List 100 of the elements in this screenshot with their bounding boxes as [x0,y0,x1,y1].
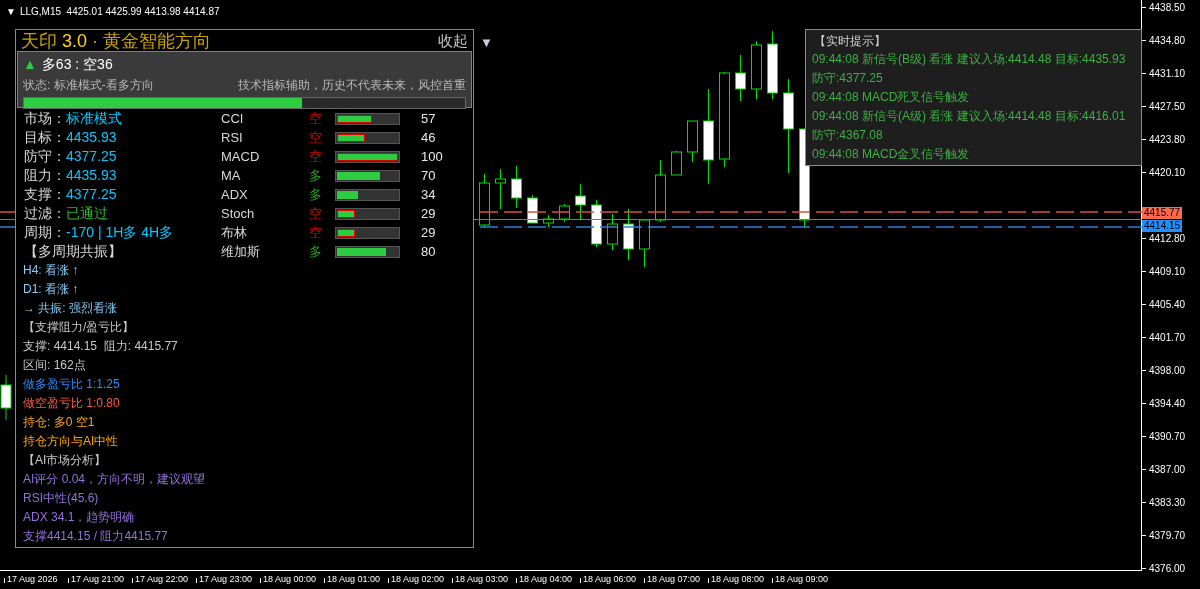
time-label: 17 Aug 2026 [7,573,58,587]
fact-value: 4435.93 [66,166,117,185]
fact-label: 目标： [24,128,66,147]
signal-text: 空 [309,128,323,147]
candle [655,159,666,223]
candle [591,199,602,248]
signal-text: 多 [309,185,323,204]
score-text: 多63 : 空36 [41,55,113,74]
up-arrow-icon: ▲ [23,54,37,75]
indicator-name: CCI [221,109,245,128]
note-line: 区间: 162点 [23,357,87,374]
symbol-quote: LLG,M15 4425.01 4425.99 4413.98 4414.87 [19,5,220,19]
signal-text: 空 [309,223,323,242]
signal-text: 空 [309,204,323,223]
candle [607,213,618,251]
price-label: 4412.80 [1149,232,1186,246]
note-line: AI评分 0.04，方向不明，建议观望 [23,471,207,488]
fact-value: 标准模式 [66,109,122,128]
candle [623,208,634,261]
note-line: 支撑4414.15 / 阻力4415.77 [23,528,169,545]
indicator-name: 维加斯 [221,242,261,261]
candle [575,183,586,221]
indicator-value: 80 [421,242,436,261]
alert-line: 09:44:08 新信号(B级) 看涨 建议入场:4414.48 目标:4435.93 [812,51,1127,68]
note-line: ADX 34.1，趋势明确 [23,509,136,526]
candle [495,168,506,210]
price-label: 4390.70 [1149,430,1186,444]
dropdown-caret[interactable]: ▼ [480,33,493,53]
candle [511,165,522,209]
fact-label: 支撑： [24,185,66,204]
note-line: RSI中性(45.6) [23,490,100,507]
time-label: 18 Aug 03:00 [455,573,509,587]
time-label: 17 Aug 23:00 [199,573,253,587]
fact-value: 已通过 [66,204,108,223]
time-label: 18 Aug 02:00 [391,573,445,587]
indicator-name: Stoch [221,204,256,223]
candle [735,54,746,102]
note-line: 持仓方向与AI中性 [23,433,120,450]
time-label: 18 Aug 06:00 [583,573,637,587]
indicator-name: MACD [221,147,261,166]
price-label: 4398.00 [1149,364,1186,378]
fact-label: 【多周期共振】 [24,242,122,261]
collapse-button[interactable]: 收起 [438,33,468,48]
fact-label: 过滤： [24,204,66,223]
fact-value: 4435.93 [66,128,117,147]
time-label: 18 Aug 04:00 [519,573,573,587]
price-label: 4405.40 [1149,298,1186,312]
price-label: 4401.70 [1149,331,1186,345]
note-line: 做空盈亏比 1:0.80 [23,395,121,412]
fact-label: 市场： [24,109,66,128]
price-label: 4423.80 [1149,133,1186,147]
signal-text: 空 [309,109,323,128]
alert-line: 防守:4367.08 [812,127,884,144]
candle [639,219,650,268]
candle [543,214,554,228]
fact-label: 阻力： [24,166,66,185]
alert-line: 09:44:08 MACD金叉信号触发 [812,146,971,163]
note-line: D1: 看涨 ↑ [23,281,80,298]
alert-line: 09:44:08 新信号(A级) 看涨 建议入场:4414.48 目标:4416.01 [812,108,1127,125]
price-label: 4409.10 [1149,265,1186,279]
price-tag: 4415.77 [1142,207,1183,219]
time-label: 17 Aug 21:00 [71,573,125,587]
signal-text: 多 [309,166,323,185]
price-label: 4420.10 [1149,166,1186,180]
time-label: 18 Aug 08:00 [711,573,765,587]
indicator-value: 29 [421,223,436,242]
indicator-value: 100 [421,147,443,166]
indicator-value: 34 [421,185,436,204]
alert-line: 09:44:08 MACD死叉信号触发 [812,89,971,106]
indicator-value: 70 [421,166,436,185]
note-line: 【AI市场分析】 [23,452,108,469]
indicator-name: ADX [221,185,249,204]
candle [671,150,682,176]
candle [559,203,570,223]
note-line: 【支撑阻力/盈亏比】 [23,319,136,336]
caret-icon[interactable]: ▼ [6,4,16,19]
price-label: 4376.00 [1149,562,1186,576]
price-label: 4394.40 [1149,397,1186,411]
time-label: 17 Aug 22:00 [135,573,189,587]
fact-value: 4377.25 [66,147,117,166]
fact-value: -170 | 1H多 4H多 [66,223,174,242]
candle [0,374,12,421]
time-label: 18 Aug 00:00 [263,573,317,587]
fact-label: 周期： [24,223,66,242]
candle [767,30,778,100]
fact-label: 防守： [24,147,66,166]
disclaimer-text: 技术指标辅助，历史不代表未来，风控首重 [238,77,466,94]
price-label: 4438.50 [1149,1,1186,15]
indicator-value: 29 [421,204,436,223]
price-label: 4427.50 [1149,100,1186,114]
time-label: 18 Aug 09:00 [775,573,829,587]
candle [687,120,698,163]
status-text: 状态: 标准模式-看多方向 [23,77,154,94]
price-label: 4379.70 [1149,529,1186,543]
indicator-name: MA [221,166,242,185]
note-line: 做多盈亏比 1:1.25 [23,376,121,393]
note-line: 持仓: 多0 空1 [23,414,96,431]
note-line: → 共振: 强烈看涨 [23,300,118,317]
candle [527,194,538,224]
indicator-value: 46 [421,128,436,147]
